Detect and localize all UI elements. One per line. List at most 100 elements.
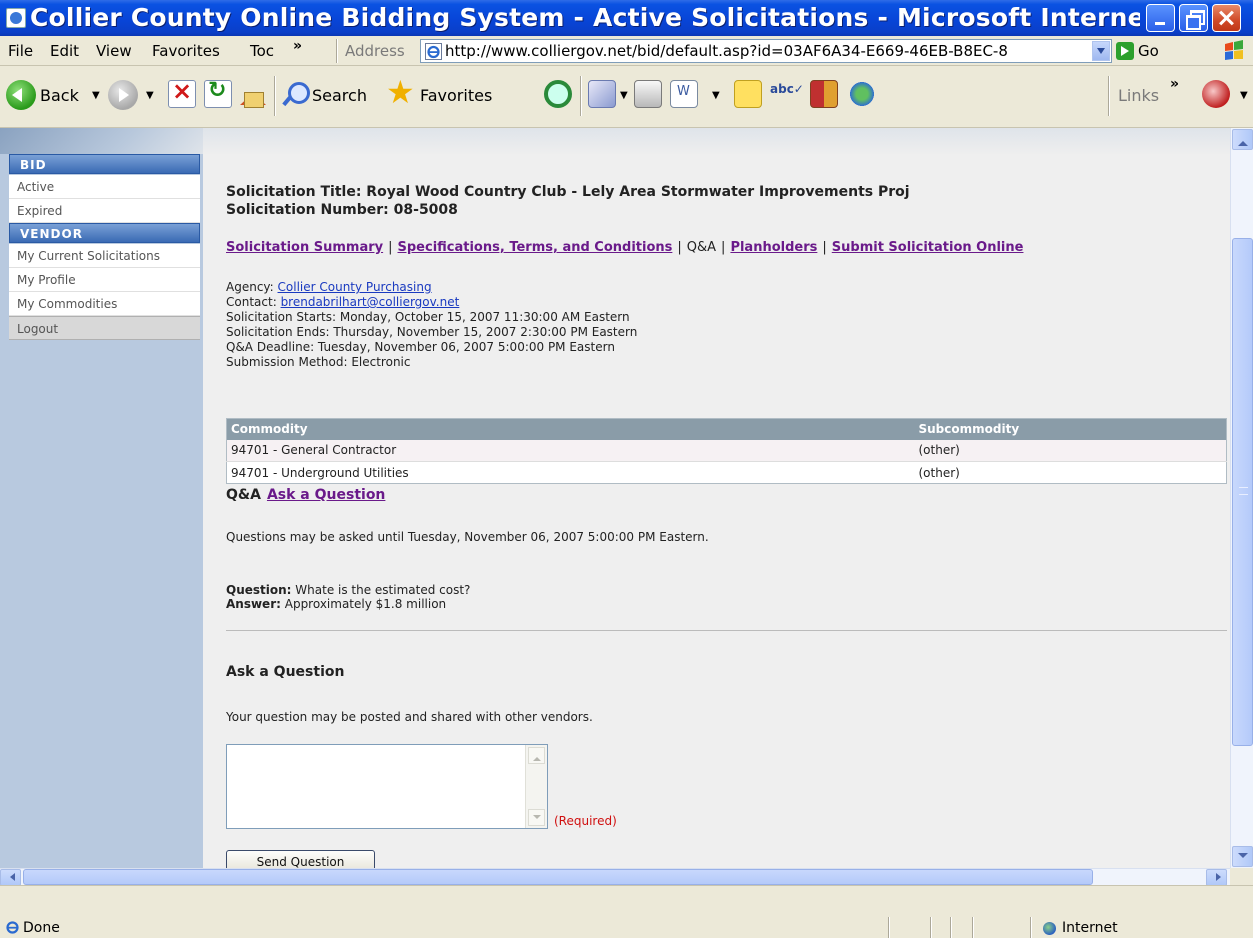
- minimize-button[interactable]: [1146, 4, 1175, 32]
- windows-logo-icon: [1225, 40, 1243, 60]
- sidebar-item-active[interactable]: Active: [9, 175, 200, 199]
- print-icon[interactable]: [634, 80, 662, 108]
- scroll-up-icon[interactable]: [1232, 129, 1253, 150]
- link-solicitation-summary[interactable]: Solicitation Summary: [226, 240, 383, 255]
- link-specifications[interactable]: Specifications, Terms, and Conditions: [398, 240, 673, 255]
- discuss-note-icon[interactable]: [734, 80, 762, 108]
- menu-chevron-icon[interactable]: »: [293, 38, 302, 54]
- restore-button[interactable]: [1179, 4, 1208, 32]
- menu-view[interactable]: View: [96, 42, 132, 60]
- qa-entry: Question: Whate is the estimated cost? A…: [226, 583, 470, 611]
- menu-favorites[interactable]: Favorites: [152, 42, 220, 60]
- sidebar-item-profile[interactable]: My Profile: [9, 268, 200, 292]
- internet-zone-icon: [1043, 922, 1056, 935]
- search-button[interactable]: Search: [282, 80, 378, 114]
- contact-row: Contact: brendabrilhart@colliergov.net: [226, 295, 637, 310]
- textarea-scrollbar[interactable]: [525, 745, 547, 828]
- qa-deadline: Q&A Deadline: Tuesday, November 06, 2007…: [226, 340, 615, 354]
- scroll-left-icon[interactable]: [0, 869, 21, 885]
- sidebar-item-commodities[interactable]: My Commodities: [9, 292, 200, 316]
- close-window-button[interactable]: [1212, 4, 1241, 32]
- horizontal-scroll-thumb[interactable]: [23, 869, 1093, 885]
- qa-until-text: Questions may be asked until Tuesday, No…: [226, 530, 709, 544]
- answer-text: Approximately $1.8 million: [280, 597, 447, 611]
- nav-qa-current: Q&A: [686, 240, 717, 255]
- back-label: Back: [40, 86, 79, 105]
- links-chevron-icon[interactable]: »: [1170, 76, 1179, 92]
- menu-file[interactable]: File: [8, 42, 33, 60]
- commodity-cell: 94701 - Underground Utilities: [226, 461, 915, 484]
- agency-link[interactable]: Collier County Purchasing: [278, 280, 432, 294]
- submission-method: Submission Method: Electronic: [226, 355, 411, 369]
- subcommodity-cell: (other): [914, 461, 1227, 484]
- sidebar-item-logout[interactable]: Logout: [9, 316, 200, 340]
- scroll-corner: [1230, 868, 1253, 885]
- address-url[interactable]: http://www.colliergov.net/bid/default.as…: [445, 42, 1085, 60]
- adobe-pdf-icon[interactable]: [1202, 80, 1230, 108]
- ask-question-note: Your question may be posted and shared w…: [226, 710, 593, 724]
- solicitation-starts: Solicitation Starts: Monday, October 15,…: [226, 310, 630, 324]
- forward-button[interactable]: [108, 80, 138, 114]
- sidebar-header-vendor: VENDOR: [9, 223, 200, 243]
- ask-question-link[interactable]: Ask a Question: [267, 487, 385, 503]
- messenger-icon[interactable]: [848, 80, 876, 108]
- research-icon[interactable]: [810, 80, 838, 108]
- scroll-up-icon[interactable]: [528, 747, 545, 764]
- favorites-button[interactable]: ★ Favorites: [386, 76, 536, 114]
- grip-icon: [1239, 487, 1248, 495]
- refresh-icon[interactable]: [204, 78, 232, 108]
- window-title-bar: Collier County Online Bidding System - A…: [0, 0, 1253, 36]
- forward-dropdown-icon[interactable]: ▼: [146, 90, 154, 101]
- status-separator: [1030, 917, 1032, 938]
- stop-icon[interactable]: [168, 77, 196, 108]
- history-icon[interactable]: [544, 80, 572, 108]
- home-icon[interactable]: [238, 80, 268, 110]
- status-text: Done: [23, 920, 60, 936]
- contact-email-link[interactable]: brendabrilhart@colliergov.net: [281, 295, 460, 309]
- agency-label: Agency:: [226, 280, 274, 294]
- solicitation-title: Solicitation Title: Royal Wood Country C…: [226, 184, 910, 200]
- nav-separator: |: [822, 240, 827, 255]
- menu-edit[interactable]: Edit: [50, 42, 79, 60]
- links-label[interactable]: Links: [1118, 86, 1159, 105]
- column-subcommodity: Subcommodity: [914, 418, 1227, 440]
- scroll-down-icon[interactable]: [1232, 846, 1253, 867]
- vertical-scrollbar[interactable]: [1230, 128, 1253, 868]
- table-header-row: Commodity Subcommodity: [226, 418, 1227, 440]
- sidebar-item-current-solicitations[interactable]: My Current Solicitations: [9, 244, 200, 268]
- status-bar: Done Internet: [0, 885, 1253, 938]
- status-separator: [950, 917, 952, 938]
- back-dropdown-icon[interactable]: ▼: [92, 90, 100, 101]
- ie-page-icon: [6, 8, 26, 28]
- question-textarea[interactable]: [226, 744, 548, 829]
- sidebar-item-expired[interactable]: Expired: [9, 199, 200, 223]
- forward-arrow-icon: [108, 80, 138, 110]
- address-bar[interactable]: http://www.colliergov.net/bid/default.as…: [420, 39, 1112, 63]
- standard-toolbar: Back ▼ ▼ Search ★ Favorites ▼ ▼ Links » …: [0, 66, 1253, 128]
- favorites-star-icon: ★: [386, 73, 415, 111]
- edit-dropdown-icon[interactable]: ▼: [712, 90, 720, 101]
- scroll-down-icon[interactable]: [528, 809, 545, 826]
- link-submit-online[interactable]: Submit Solicitation Online: [832, 240, 1024, 255]
- back-button[interactable]: Back: [6, 80, 86, 114]
- toolbar-separator: [580, 76, 582, 116]
- edit-word-icon[interactable]: [670, 80, 698, 108]
- qa-heading: Q&A Ask a Question: [226, 487, 385, 503]
- scroll-right-icon[interactable]: [1206, 869, 1227, 885]
- horizontal-scrollbar[interactable]: [0, 868, 1230, 885]
- pdf-dropdown-icon[interactable]: ▼: [1240, 90, 1248, 101]
- answer-label: Answer:: [226, 597, 281, 611]
- mail-dropdown-icon[interactable]: ▼: [620, 90, 628, 101]
- go-arrow-icon: [1116, 42, 1134, 60]
- link-planholders[interactable]: Planholders: [730, 240, 817, 255]
- mail-icon[interactable]: [588, 80, 616, 108]
- sidebar-header-bid: BID: [9, 154, 200, 174]
- subcommodity-cell: (other): [914, 439, 1227, 462]
- address-dropdown-icon[interactable]: [1092, 41, 1110, 61]
- menu-tools[interactable]: Toc: [250, 42, 274, 60]
- qa-heading-text: Q&A: [226, 487, 261, 503]
- spellcheck-icon[interactable]: [770, 80, 804, 108]
- vertical-scroll-thumb[interactable]: [1232, 238, 1253, 746]
- required-label: (Required): [554, 814, 617, 828]
- toolbar-separator: [274, 76, 276, 116]
